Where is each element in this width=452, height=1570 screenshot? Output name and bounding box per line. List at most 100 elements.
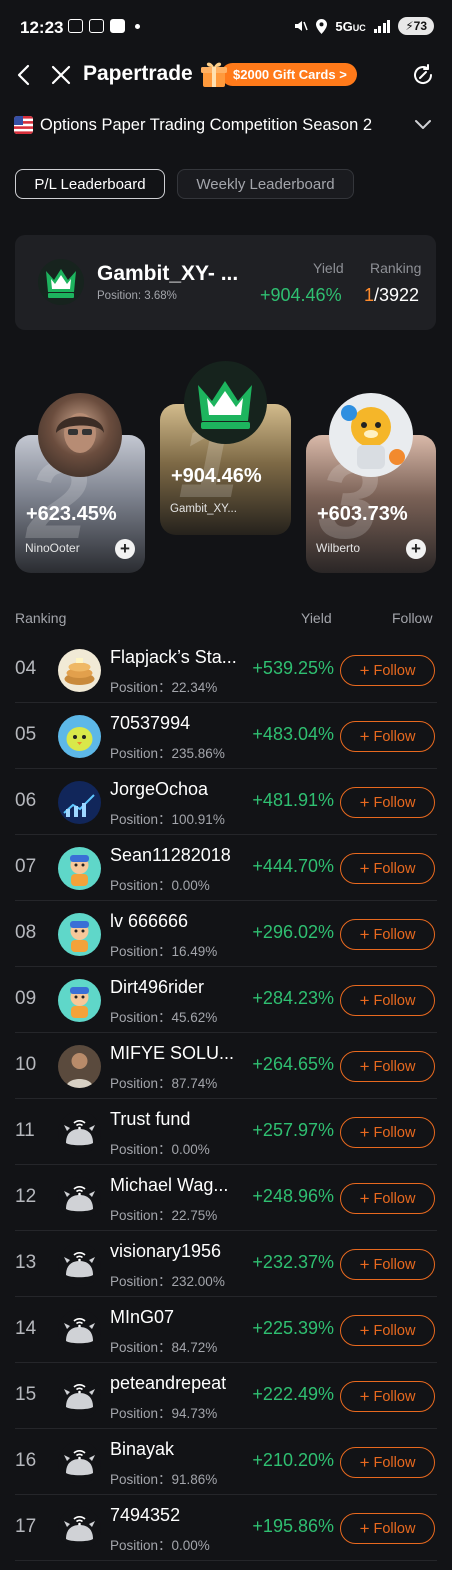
follow-button[interactable]: + Follow	[340, 919, 435, 950]
user-avatar	[58, 979, 101, 1022]
row-yield: +195.86%	[252, 1516, 334, 1536]
leaderboard-row[interactable]: 04 Flapjack’s Sta... Position：22.34% +539.2…	[0, 637, 452, 703]
leaderboard-row[interactable]: 09 Dirt496rider Position：45.62% +284.23% + Fo…	[0, 967, 452, 1033]
follow-button[interactable]: + Follow	[340, 985, 435, 1016]
leaderboard-row[interactable]: 13 visionary1956 Position：232.00% +232.37% +…	[0, 1231, 452, 1297]
row-position: Position：45.62%	[110, 1010, 218, 1025]
follow-label: Follow	[373, 1520, 416, 1537]
follow-button[interactable]: + Follow	[340, 1117, 435, 1148]
follow-button[interactable]: + Follow	[340, 1447, 435, 1478]
yield-label: Yield	[313, 260, 344, 276]
follow-button[interactable]: + Follow	[340, 1381, 435, 1412]
my-avatar-crown-icon	[38, 259, 84, 305]
row-rank: 07	[15, 856, 37, 877]
leaderboard-row[interactable]: 10 MIFYE SOLU... Position：87.74% +264.65% + F…	[0, 1033, 452, 1099]
row-position: Position：235.86%	[110, 746, 225, 761]
follow-label: Follow	[373, 992, 416, 1009]
row-rank: 12	[15, 1186, 37, 1207]
back-icon[interactable]	[14, 62, 36, 88]
podium-username: Wilberto	[316, 541, 361, 555]
row-username: Dirt496rider	[110, 977, 205, 997]
person-photo-icon	[56, 413, 104, 453]
follow-button[interactable]: + Follow	[340, 1183, 435, 1214]
row-yield: +264.65%	[252, 1054, 334, 1074]
user-avatar	[58, 1045, 101, 1088]
mute-icon	[295, 21, 309, 31]
podium-username: Gambit_XY...	[170, 503, 237, 515]
app-notification-icon	[110, 19, 125, 33]
list-header: Ranking Yield Follow	[0, 610, 452, 630]
follow-label: Follow	[373, 860, 416, 877]
leaderboard-row[interactable]: 06 JorgeOchoa Position：100.91% +481.91% + Fol…	[0, 769, 452, 835]
follow-button[interactable]: + Follow	[340, 853, 435, 884]
row-yield: +222.49%	[252, 1384, 334, 1404]
chevron-down-icon[interactable]	[414, 118, 432, 130]
follow-button[interactable]: + Follow	[340, 787, 435, 818]
more-notifications-icon	[135, 23, 140, 29]
follow-button[interactable]: + Follow	[340, 1051, 435, 1082]
follow-button[interactable]: + Follow	[340, 1249, 435, 1280]
network-label: 5GUC	[335, 18, 366, 34]
tab-weekly-leaderboard[interactable]: Weekly Leaderboard	[177, 169, 354, 199]
gift-card-promo[interactable]: $2000 Gift Cards >	[201, 60, 357, 88]
follow-button[interactable]: + Follow	[340, 721, 435, 752]
ranking-column-header: Ranking	[15, 610, 67, 626]
cartoon-dog-icon	[341, 405, 405, 469]
row-yield: +232.37%	[252, 1252, 334, 1272]
row-rank: 05	[15, 724, 37, 745]
row-username: MInG07	[110, 1307, 175, 1327]
follow-button[interactable]: + Follow	[340, 1513, 435, 1544]
row-username: 70537994	[110, 713, 191, 733]
row-rank: 17	[15, 1516, 37, 1537]
leaderboard-row[interactable]: 15 peteandrepeat Position：94.73% +222.49% + F…	[0, 1363, 452, 1429]
plus-icon: +	[359, 990, 370, 1010]
follow-label: Follow	[373, 1190, 416, 1207]
competition-title: Options Paper Trading Competition Season…	[40, 116, 373, 134]
leaderboard-row[interactable]: 11 Trust fund Position：0.00% +257.97% + Follo…	[0, 1099, 452, 1165]
row-rank: 06	[15, 790, 37, 811]
row-username: Michael Wag...	[110, 1175, 229, 1195]
signal-icon	[373, 19, 391, 33]
follow-plus-button[interactable]: +	[406, 539, 426, 559]
my-username: Gambit_XY- ...	[97, 262, 239, 285]
row-username: peteandrepeat	[110, 1373, 227, 1393]
row-rank: 13	[15, 1252, 37, 1273]
user-avatar	[58, 1111, 101, 1154]
row-username: MIFYE SOLU...	[110, 1043, 235, 1063]
row-yield: +481.91%	[252, 790, 334, 810]
user-avatar	[58, 1243, 101, 1286]
tab-pl-leaderboard[interactable]: P/L Leaderboard	[15, 169, 165, 199]
podium-yield: +904.46%	[171, 465, 262, 487]
competition-selector[interactable]: Options Paper Trading Competition Season…	[0, 108, 452, 144]
close-icon[interactable]	[50, 63, 72, 87]
follow-button[interactable]: + Follow	[340, 655, 435, 686]
user-avatar	[58, 1375, 101, 1418]
row-position: Position：16.49%	[110, 944, 218, 959]
leaderboard-row[interactable]: 07 Sean11282018 Position：0.00% +444.70% + Fol…	[0, 835, 452, 901]
refresh-icon[interactable]	[411, 63, 435, 87]
follow-button[interactable]: + Follow	[340, 1315, 435, 1346]
plus-icon: +	[359, 1320, 370, 1340]
row-rank: 14	[15, 1318, 37, 1339]
follow-plus-button[interactable]: +	[115, 539, 135, 559]
user-avatar	[58, 847, 101, 890]
leaderboard-row[interactable]: 17 7494352 Position：0.00% +195.86% + Follow	[0, 1495, 452, 1561]
leaderboard-row[interactable]: 14 MInG07 Position：84.72% +225.39% + Follow	[0, 1297, 452, 1363]
plus-icon: +	[359, 1452, 370, 1472]
row-divider	[15, 1560, 437, 1561]
app-header: Papertrade $2000 Gift Cards >	[0, 54, 452, 98]
podium-username: NinoOoter	[25, 541, 80, 555]
leaderboard-row[interactable]: 12 Michael Wag... Position：22.75% +248.96% +…	[0, 1165, 452, 1231]
user-avatar	[58, 1507, 101, 1550]
us-flag-icon	[14, 116, 33, 134]
my-rank: 1/3922	[364, 285, 420, 305]
row-yield: +225.39%	[252, 1318, 334, 1338]
leaderboard-row[interactable]: 16 Binayak Position：91.86% +210.20% + Follow	[0, 1429, 452, 1495]
leaderboard-row[interactable]: 05 70537994 Position：235.86% +483.04% + Follo…	[0, 703, 452, 769]
follow-label: Follow	[373, 728, 416, 745]
row-position: Position：22.75%	[110, 1208, 218, 1223]
row-username: 7494352	[110, 1505, 181, 1525]
row-rank: 11	[15, 1120, 35, 1141]
row-position: Position：84.72%	[110, 1340, 218, 1355]
leaderboard-row[interactable]: 08 lv 666666 Position：16.49% +296.02% + Follo…	[0, 901, 452, 967]
